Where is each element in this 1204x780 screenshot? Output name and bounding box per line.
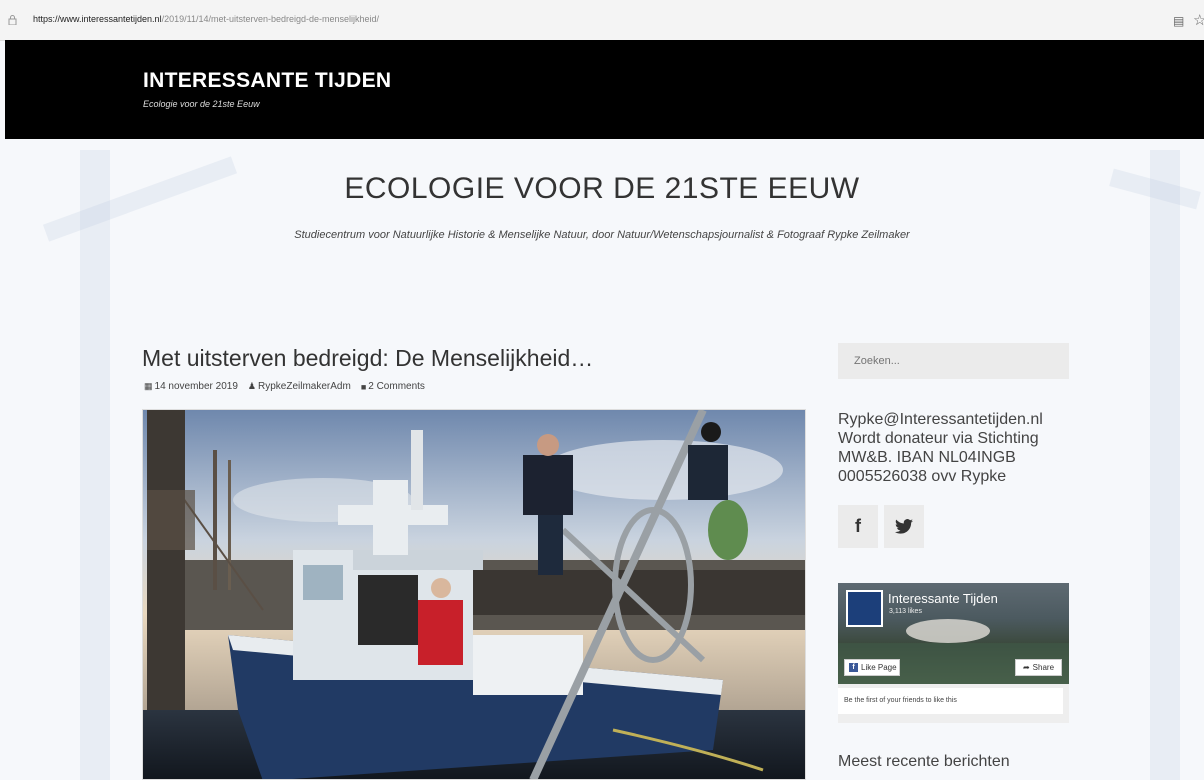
recent-posts-heading: Meest recente berichten bbox=[838, 753, 1010, 770]
facebook-avatar[interactable] bbox=[846, 590, 883, 627]
facebook-logo-icon: f bbox=[849, 663, 858, 672]
search-input[interactable] bbox=[838, 343, 1069, 379]
site-title[interactable]: INTERESSANTE TIJDEN bbox=[143, 69, 391, 93]
facebook-cover[interactable]: Interessante Tijden 3,113 likes f Like P… bbox=[838, 583, 1069, 684]
contact-email[interactable]: Rypke@Interessantetijden.nl bbox=[838, 410, 1078, 429]
share-arrow-icon: ➦ bbox=[1022, 663, 1030, 672]
url-host: https://www.interessantetijden.nl bbox=[33, 14, 162, 24]
browser-address-bar: https://www.interessantetijden.nl/2019/1… bbox=[0, 0, 1204, 41]
twitter-icon bbox=[895, 519, 913, 534]
share-label: Share bbox=[1032, 663, 1055, 672]
post-meta: ▦ 14 november 2019 ♟ RypkeZeilmakerAdm ■… bbox=[144, 381, 425, 392]
contact-text: Rypke@Interessantetijden.nl Wordt donate… bbox=[838, 410, 1078, 486]
hero-subtitle: Studiecentrum voor Natuurlijke Historie … bbox=[294, 229, 910, 241]
post-date-text: 14 november 2019 bbox=[154, 381, 238, 392]
url-field[interactable]: https://www.interessantetijden.nl/2019/1… bbox=[33, 14, 379, 24]
lock-icon bbox=[8, 15, 17, 25]
contact-line-2: Wordt donateur via Stichting bbox=[838, 430, 1039, 447]
url-path: /2019/11/14/met-uitsterven-bedreigd-de-m… bbox=[161, 14, 380, 24]
user-icon: ♟ bbox=[247, 381, 256, 391]
fishing-boat-photo bbox=[143, 410, 805, 779]
facebook-page-name[interactable]: Interessante Tijden bbox=[888, 591, 998, 606]
comment-icon: ■ bbox=[360, 381, 367, 392]
post-author[interactable]: ♟ RypkeZeilmakerAdm bbox=[248, 381, 351, 392]
post-comments[interactable]: ■ 2 Comments bbox=[361, 381, 425, 392]
post-date[interactable]: ▦ 14 november 2019 bbox=[144, 381, 238, 392]
facebook-likes-count: 3,113 likes bbox=[889, 608, 922, 615]
facebook-share-button[interactable]: ➦ Share bbox=[1015, 659, 1062, 676]
post-comments-text: 2 Comments bbox=[368, 381, 425, 392]
hero-title: ECOLOGIE VOOR DE 21STE EEUW bbox=[344, 172, 860, 205]
favorite-star-icon[interactable]: ☆ bbox=[1193, 11, 1204, 29]
facebook-page-widget: Interessante Tijden 3,113 likes f Like P… bbox=[838, 583, 1069, 723]
social-buttons: f bbox=[838, 505, 924, 548]
twitter-button[interactable] bbox=[884, 505, 924, 548]
post-title[interactable]: Met uitsterven bedreigd: De Menselijkhei… bbox=[142, 345, 593, 372]
facebook-friends-text: Be the first of your friends to like thi… bbox=[838, 688, 1063, 714]
post-author-text: RypkeZeilmakerAdm bbox=[258, 381, 351, 392]
calendar-icon: ▦ bbox=[144, 381, 153, 391]
contact-line-4: 0005526038 ovv Rypke bbox=[838, 468, 1007, 485]
reading-view-icon[interactable]: ▤ bbox=[1173, 14, 1184, 28]
like-label: Like Page bbox=[861, 663, 897, 672]
site-tagline: Ecologie voor de 21ste Eeuw bbox=[143, 99, 260, 109]
site-header: INTERESSANTE TIJDEN Ecologie voor de 21s… bbox=[5, 40, 1204, 139]
facebook-icon: f bbox=[855, 516, 861, 536]
contact-line-3: MW&B. IBAN NL04INGB bbox=[838, 449, 1016, 466]
featured-image[interactable] bbox=[142, 409, 806, 780]
facebook-like-button[interactable]: f Like Page bbox=[844, 659, 900, 676]
facebook-button[interactable]: f bbox=[838, 505, 878, 548]
